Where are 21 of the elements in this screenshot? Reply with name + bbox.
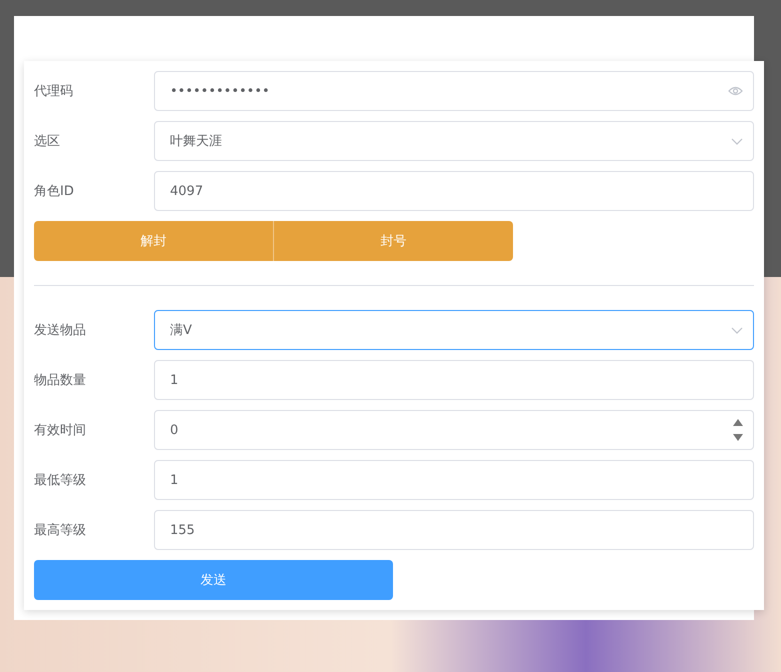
select-field[interactable]: 叶舞天涯 — [154, 121, 754, 161]
spin-down-icon[interactable] — [733, 434, 743, 441]
field-label: 有效时间 — [34, 422, 87, 439]
input-field[interactable]: 0 — [154, 410, 754, 450]
field-label: 最低等级 — [34, 472, 87, 489]
field-label: 物品数量 — [34, 372, 87, 389]
field-label: 发送物品 — [34, 322, 87, 339]
eye-icon[interactable] — [728, 86, 743, 96]
chevron-down-icon[interactable] — [731, 326, 743, 334]
input-field[interactable]: 1 — [154, 360, 754, 400]
select-field[interactable]: 满V — [154, 310, 754, 350]
input-field[interactable]: 1 — [154, 460, 754, 500]
field-label: 角色ID — [34, 183, 75, 200]
spin-up-icon[interactable] — [733, 419, 743, 426]
chevron-down-icon[interactable] — [731, 138, 743, 144]
field-label: 代理码 — [34, 83, 74, 100]
field-label: 最高等级 — [34, 522, 87, 539]
field-label: 选区 — [34, 133, 61, 150]
input-field[interactable]: 4097 — [154, 171, 754, 211]
input-field[interactable]: ••••••••••••• — [154, 71, 754, 111]
input-field[interactable]: 155 — [154, 510, 754, 550]
